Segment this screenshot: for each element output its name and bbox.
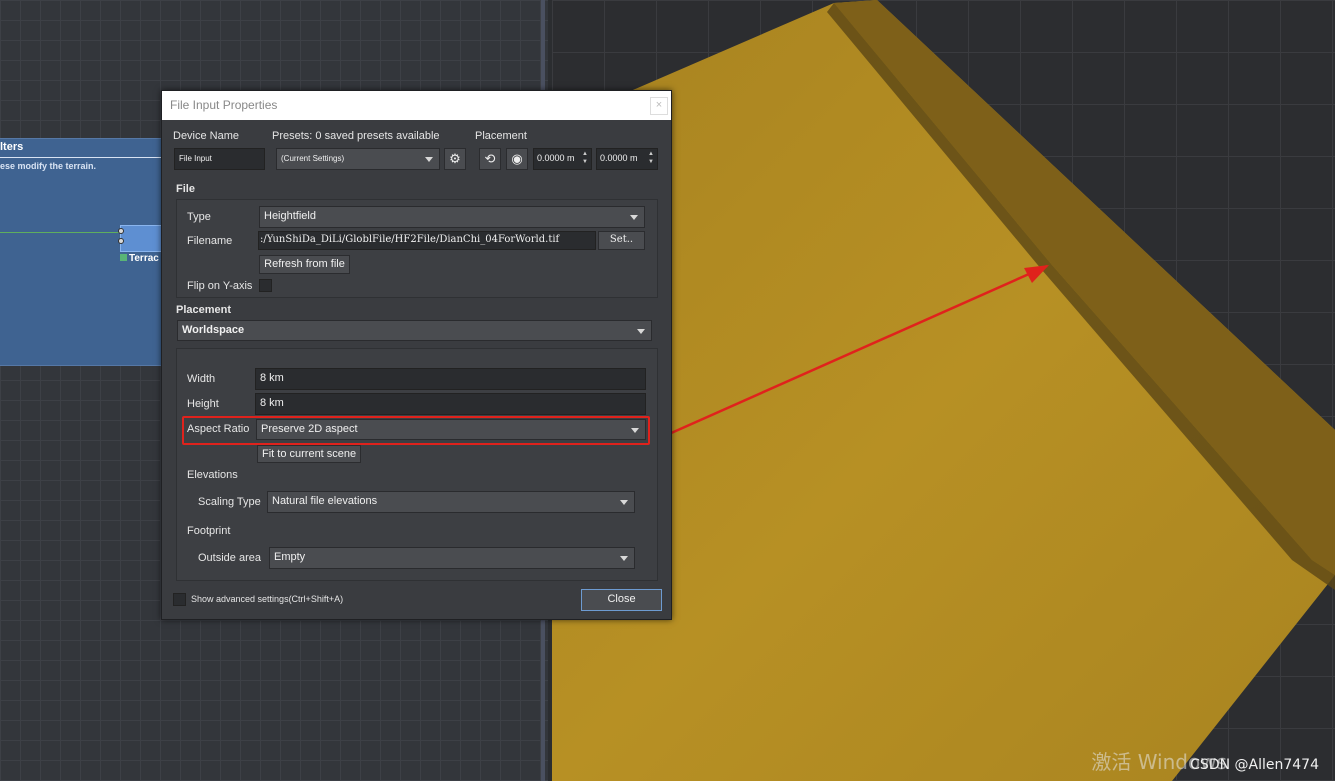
presets-label: Presets: 0 saved presets available <box>272 130 440 142</box>
placement-section-header: Placement <box>176 304 232 316</box>
spinner-arrows-icon[interactable]: ▲ ▼ <box>580 150 590 166</box>
group-description: ese modify the terrain. <box>0 161 97 171</box>
width-label: Width <box>187 373 216 385</box>
dialog-titlebar[interactable]: File Input Properties × <box>162 91 671 120</box>
flip-y-checkbox[interactable] <box>259 279 272 292</box>
filename-label: Filename <box>187 235 233 247</box>
refresh-from-file-button[interactable]: Refresh from file <box>259 255 350 274</box>
presets-dropdown[interactable]: (Current Settings) <box>276 148 440 170</box>
file-section-header: File <box>176 183 195 195</box>
advanced-settings-checkbox[interactable] <box>173 593 186 606</box>
footprint-label: Footprint <box>187 525 231 537</box>
outside-area-label: Outside area <box>198 552 261 564</box>
height-input[interactable]: 8 km <box>255 393 646 415</box>
set-file-button[interactable]: Set.. <box>598 231 645 250</box>
annotation-highlight-box <box>182 416 650 445</box>
scaling-type-label: Scaling Type <box>198 496 261 508</box>
placement-y-input[interactable]: 0.0000 m ▲ ▼ <box>596 148 658 170</box>
placement-x-value: 0.0000 m <box>537 153 575 163</box>
chevron-down-icon <box>637 329 645 334</box>
gear-icon[interactable]: ⚙ <box>444 148 466 170</box>
group-divider <box>0 157 162 158</box>
type-value: Heightfield <box>264 210 316 222</box>
rotate-placement-icon[interactable]: ⟲ <box>479 148 501 170</box>
scaling-type-value: Natural file elevations <box>272 495 378 507</box>
node-label: Terrac <box>120 253 159 264</box>
scaling-type-dropdown[interactable]: Natural file elevations <box>267 491 635 513</box>
node-input-port[interactable] <box>118 228 124 234</box>
advanced-settings-label: Show advanced settings(Ctrl+Shift+A) <box>191 594 344 604</box>
placement-value: Worldspace <box>182 324 245 336</box>
connection-wire <box>0 232 120 233</box>
spinner-arrows-icon[interactable]: ▲ ▼ <box>646 150 656 166</box>
placement-header: Placement <box>475 130 527 142</box>
file-input-properties-dialog[interactable]: File Input Properties × Device Name File… <box>161 90 672 620</box>
presets-value: (Current Settings) <box>281 154 345 163</box>
outside-area-dropdown[interactable]: Empty <box>269 547 635 569</box>
csdn-credit: CSDN @Allen7474 <box>1190 757 1319 773</box>
placement-dropdown[interactable]: Worldspace <box>177 320 652 341</box>
chevron-down-icon <box>630 215 638 220</box>
device-name-input[interactable]: File Input <box>174 148 265 170</box>
device-name-label: Device Name <box>173 130 240 142</box>
width-input[interactable]: 8 km <box>255 368 646 390</box>
type-label: Type <box>187 211 211 223</box>
type-dropdown[interactable]: Heightfield <box>259 206 645 228</box>
group-title: lters <box>0 141 24 153</box>
node-input-port[interactable] <box>118 238 124 244</box>
chevron-down-icon <box>620 500 628 505</box>
terrace-node[interactable] <box>118 225 162 252</box>
height-label: Height <box>187 398 219 410</box>
outside-area-value: Empty <box>274 551 306 563</box>
filename-input[interactable]: :/YunShiDa_DiLi/GloblFile/HF2File/DianCh… <box>258 231 596 250</box>
dialog-title: File Input Properties <box>170 98 278 112</box>
close-button[interactable]: Close <box>581 589 662 611</box>
elevations-label: Elevations <box>187 469 238 481</box>
chevron-down-icon <box>425 157 433 162</box>
close-icon[interactable]: × <box>650 97 668 115</box>
placement-y-value: 0.0000 m <box>600 153 638 163</box>
fit-to-scene-button[interactable]: Fit to current scene <box>257 445 361 463</box>
placement-x-input[interactable]: 0.0000 m ▲ ▼ <box>533 148 592 170</box>
chevron-down-icon <box>620 556 628 561</box>
flip-y-label: Flip on Y-axis <box>187 280 253 292</box>
target-icon[interactable]: ◉ <box>506 148 528 170</box>
filters-group[interactable]: lters ese modify the terrain. Terrac <box>0 138 162 366</box>
